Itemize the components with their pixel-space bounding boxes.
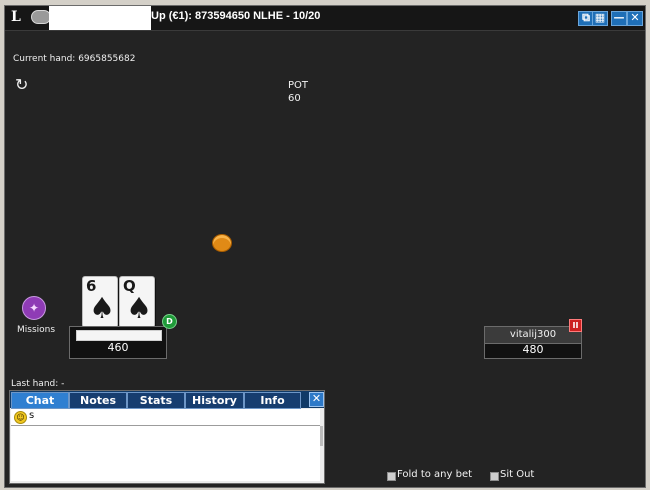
chip-icon	[212, 234, 232, 252]
window-title: Up (€1): 873594650 NLHE - 10/20	[151, 10, 321, 22]
pot-value: 60	[288, 93, 301, 104]
table-frame: L Up (€1): 873594650 NLHE - 10/20 ⧉ ▦ — …	[4, 5, 646, 488]
tab-info[interactable]: Info	[244, 392, 301, 409]
opponent-stack: 480	[522, 343, 544, 356]
title-bar: L Up (€1): 873594650 NLHE - 10/20 ⧉ ▦ — …	[5, 6, 645, 31]
sit-out-label[interactable]: Sit Out	[500, 469, 534, 480]
smiley-icon[interactable]: ☺	[14, 411, 27, 424]
last-hand: Last hand: -	[11, 379, 65, 389]
tab-history[interactable]: History	[185, 392, 244, 409]
tab-chat[interactable]: Chat	[11, 392, 69, 409]
title-cover	[49, 6, 151, 30]
chat-log	[11, 426, 320, 481]
hero-card-1: 6 ♠	[82, 276, 118, 328]
missions-icon[interactable]: ✦	[22, 296, 46, 320]
sit-out-checkbox[interactable]	[490, 472, 499, 481]
hero-card-2: Q ♠	[119, 276, 155, 328]
current-hand: Current hand: 6965855682	[13, 54, 136, 64]
pause-icon: II	[569, 319, 582, 332]
cloud-icon	[31, 10, 51, 24]
layout-icon[interactable]: ▦	[592, 11, 608, 26]
pot-label: POT	[288, 80, 309, 91]
spade-icon: ♠	[89, 291, 115, 325]
fold-to-any-bet-label[interactable]: Fold to any bet	[397, 469, 472, 480]
chat-scroll-handle[interactable]	[320, 426, 323, 446]
dealer-button: D	[162, 314, 177, 329]
minimize-icon[interactable]: —	[611, 11, 627, 26]
chat-panel: Chat Notes Stats History Info ✕ ☺ s	[9, 390, 325, 484]
opponent-seat: vitalij300 480	[484, 326, 582, 359]
close-chat-icon[interactable]: ✕	[309, 392, 324, 407]
poker-window: L Up (€1): 873594650 NLHE - 10/20 ⧉ ▦ — …	[0, 0, 650, 490]
hero-stack: 460	[107, 341, 129, 354]
opponent-name: vitalij300	[485, 327, 581, 344]
missions-label[interactable]: Missions	[17, 325, 55, 335]
fold-to-any-bet-checkbox[interactable]	[387, 472, 396, 481]
close-icon[interactable]: ✕	[627, 11, 643, 26]
spade-icon: ♠	[126, 291, 152, 325]
chat-input[interactable]: ☺ s	[11, 409, 320, 426]
refresh-icon[interactable]: ↻	[15, 77, 31, 93]
chat-tabs: Chat Notes Stats History Info ✕	[10, 391, 324, 409]
app-logo: L	[11, 9, 21, 25]
chat-input-text[interactable]: s	[29, 410, 34, 421]
tab-notes[interactable]: Notes	[69, 392, 127, 409]
timer-bar	[76, 330, 162, 341]
tab-stats[interactable]: Stats	[127, 392, 185, 409]
hero-seat: 460	[69, 326, 167, 359]
